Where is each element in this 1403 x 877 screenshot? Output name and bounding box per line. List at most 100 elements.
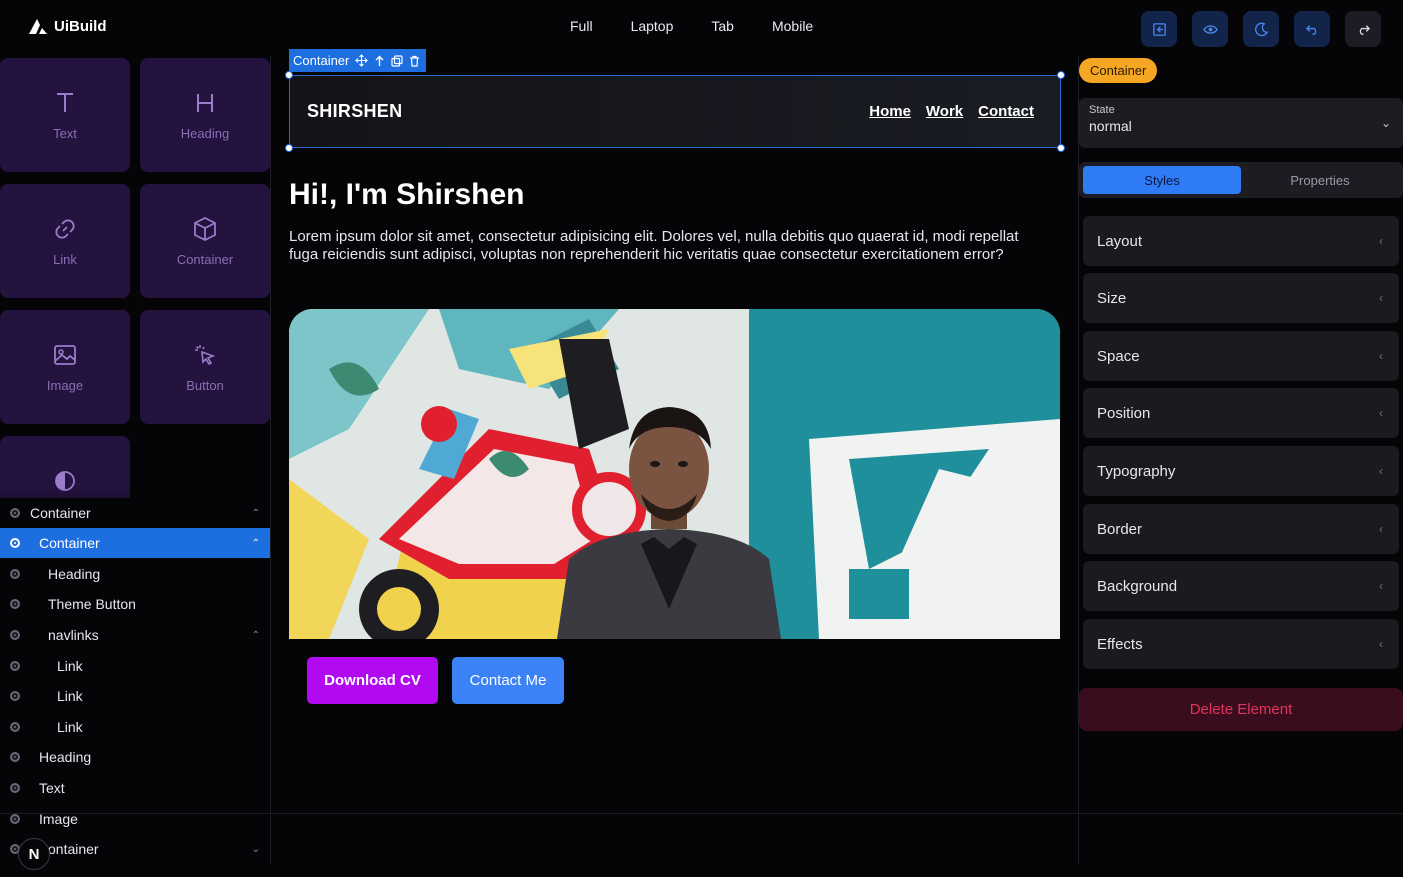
device-laptop[interactable]: Laptop [631, 18, 674, 34]
chevron-down-icon[interactable]: ⌄ [252, 844, 260, 855]
palette-label: Text [53, 125, 77, 141]
section-label: Layout [1097, 232, 1143, 250]
section-typography[interactable]: Typography ‹ [1083, 446, 1399, 496]
delete-element-button[interactable]: Delete Element [1079, 688, 1403, 731]
component-palette: Text Heading Link Container Image Button [0, 58, 270, 498]
contact-me-button[interactable]: Contact Me [452, 657, 564, 704]
device-switcher: Full Laptop Tab Mobile [570, 18, 851, 34]
layer-item[interactable]: Link [0, 681, 270, 711]
mural-portrait-image [289, 309, 1060, 639]
visibility-eye-icon[interactable] [10, 569, 20, 579]
chevron-left-icon: ‹ [1379, 522, 1383, 536]
import-button[interactable] [1141, 11, 1177, 47]
visibility-eye-icon[interactable] [10, 691, 20, 701]
resize-handle[interactable] [1057, 144, 1065, 152]
visibility-eye-icon[interactable] [10, 783, 20, 793]
chevron-up-icon[interactable]: ⌃ [252, 630, 260, 641]
theme-toggle-button[interactable] [1243, 11, 1279, 47]
palette-heading[interactable]: Heading [140, 58, 270, 172]
palette-image[interactable]: Image [0, 310, 130, 424]
section-label: Size [1097, 289, 1127, 307]
link-icon [52, 216, 78, 242]
bottom-divider [0, 813, 1403, 814]
layer-item[interactable]: Image [0, 804, 270, 834]
redo-button[interactable] [1345, 11, 1381, 47]
layer-item[interactable]: Link [0, 712, 270, 742]
chevron-left-icon: ‹ [1379, 291, 1383, 305]
state-select[interactable]: State normal ⌄ [1079, 98, 1403, 148]
section-label: Space [1097, 347, 1140, 365]
visibility-eye-icon[interactable] [10, 538, 20, 548]
palette-link[interactable]: Link [0, 184, 130, 298]
section-border[interactable]: Border ‹ [1083, 504, 1399, 554]
resize-handle[interactable] [285, 71, 293, 79]
section-background[interactable]: Background ‹ [1083, 561, 1399, 611]
section-layout[interactable]: Layout ‹ [1083, 216, 1399, 266]
tab-properties[interactable]: Properties [1241, 166, 1399, 194]
layer-item[interactable]: navlinks ⌃ [0, 620, 270, 650]
section-position[interactable]: Position ‹ [1083, 388, 1399, 438]
chevron-left-icon: ‹ [1379, 406, 1383, 420]
layer-label: Link [57, 719, 83, 735]
hero-image[interactable] [289, 309, 1060, 639]
layer-label: ontainer [48, 841, 99, 857]
undo-button[interactable] [1294, 11, 1330, 47]
visibility-eye-icon[interactable] [10, 599, 20, 609]
app-logo[interactable]: UiBuild [28, 17, 107, 35]
palette-button[interactable]: Button [140, 310, 270, 424]
chevron-left-icon: ‹ [1379, 234, 1383, 248]
redo-icon [1359, 24, 1370, 35]
duplicate-icon[interactable] [391, 54, 403, 67]
palette-label: Button [186, 377, 224, 393]
trash-icon[interactable] [409, 55, 420, 67]
device-full[interactable]: Full [570, 18, 593, 34]
state-label: State [1089, 104, 1115, 116]
palette-text[interactable]: Text [0, 58, 130, 172]
visibility-eye-icon[interactable] [10, 814, 20, 824]
resize-handle[interactable] [285, 144, 293, 152]
layer-item[interactable]: Theme Button [0, 589, 270, 619]
text-T-icon [52, 90, 78, 116]
layer-item[interactable]: Container ⌃ [0, 498, 270, 528]
device-tab[interactable]: Tab [711, 18, 734, 34]
section-space[interactable]: Space ‹ [1083, 331, 1399, 381]
dev-tools-badge[interactable]: N [18, 838, 50, 870]
layer-tree: Container ⌃ Container ⌃ Heading Theme Butt… [0, 498, 270, 877]
section-effects[interactable]: Effects ‹ [1083, 619, 1399, 669]
download-cv-button[interactable]: Download CV [307, 657, 438, 704]
resize-handle[interactable] [1057, 71, 1065, 79]
import-icon [1152, 22, 1166, 36]
layer-item[interactable]: Heading [0, 559, 270, 589]
palette-label: Link [53, 251, 77, 267]
inspector-tabs: Styles Properties [1079, 162, 1403, 198]
visibility-eye-icon[interactable] [10, 661, 20, 671]
layer-item[interactable]: Heading [0, 742, 270, 772]
layer-item[interactable]: Link [0, 651, 270, 681]
section-label: Effects [1097, 635, 1143, 653]
hero-heading[interactable]: Hi!, I'm Shirshen [289, 178, 525, 212]
device-mobile[interactable]: Mobile [772, 18, 813, 34]
arrow-up-icon[interactable] [374, 55, 385, 67]
image-icon [52, 342, 78, 368]
layer-label: Container [39, 535, 100, 551]
move-icon[interactable] [355, 54, 369, 67]
toolbar-actions [1141, 11, 1381, 47]
section-size[interactable]: Size ‹ [1083, 273, 1399, 323]
layer-label: Heading [48, 566, 101, 582]
layer-item-selected[interactable]: Container ⌃ [0, 528, 270, 558]
layer-label: Link [57, 688, 83, 704]
chevron-up-icon[interactable]: ⌃ [252, 538, 260, 549]
palette-container[interactable]: Container [140, 184, 270, 298]
layer-label: Link [57, 658, 83, 674]
visibility-eye-icon[interactable] [10, 630, 20, 640]
chevron-left-icon: ‹ [1379, 579, 1383, 593]
preview-button[interactable] [1192, 11, 1228, 47]
visibility-eye-icon[interactable] [10, 508, 20, 518]
chevron-up-icon[interactable]: ⌃ [252, 508, 260, 519]
hero-text[interactable]: Lorem ipsum dolor sit amet, consectetur … [289, 228, 1049, 264]
visibility-eye-icon[interactable] [10, 752, 20, 762]
top-bar: UiBuild Full Laptop Tab Mobile [0, 0, 1403, 56]
layer-item[interactable]: Text [0, 773, 270, 803]
visibility-eye-icon[interactable] [10, 722, 20, 732]
tab-styles[interactable]: Styles [1083, 166, 1241, 194]
